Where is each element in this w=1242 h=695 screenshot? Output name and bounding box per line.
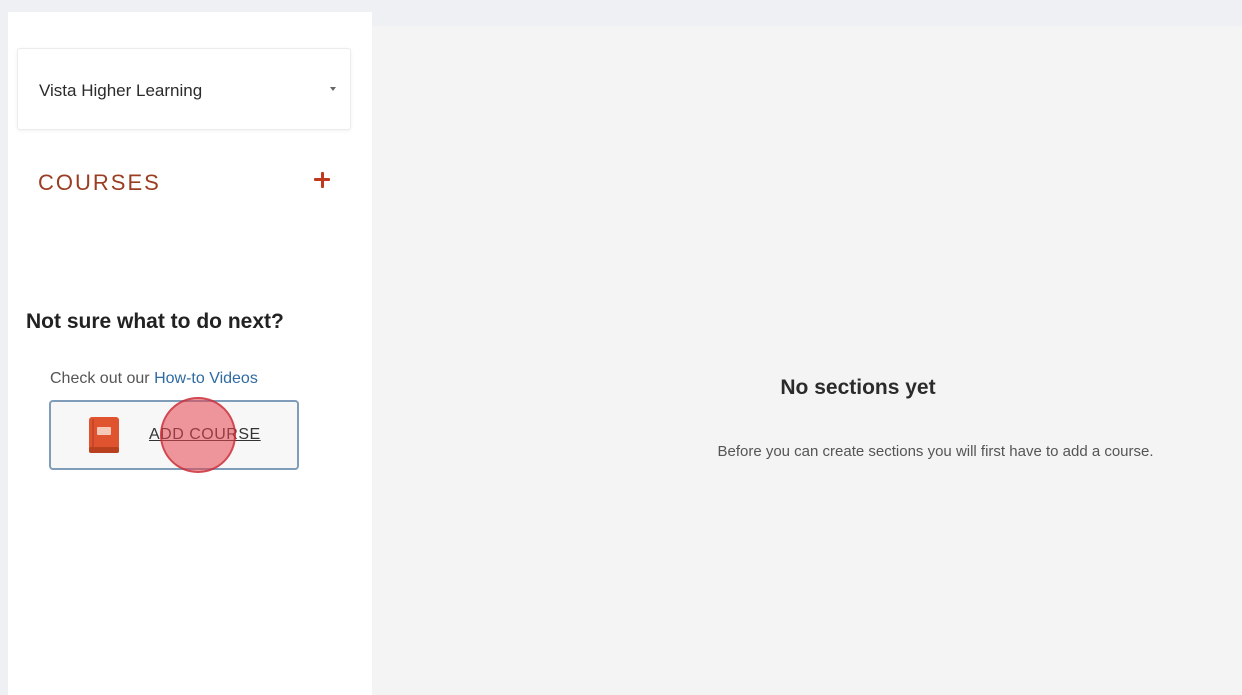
courses-heading: COURSES (38, 170, 161, 195)
empty-state-title: No sections yet (780, 376, 936, 399)
organization-name: Vista Higher Learning (39, 81, 203, 100)
plus-icon[interactable] (308, 165, 336, 193)
add-course-button[interactable]: ADD COURSE (49, 400, 299, 470)
help-heading: Not sure what to do next? (26, 310, 284, 333)
empty-state-description: Before you can create sections you will … (717, 443, 1154, 460)
organization-select[interactable]: Vista Higher Learning (17, 48, 351, 130)
main-panel: No sections yet Before you can create se… (372, 26, 1242, 695)
how-to-videos-link[interactable]: How-to Videos (154, 370, 258, 387)
book-icon (89, 417, 119, 453)
help-prefix: Check out our (50, 370, 155, 387)
help-text: Check out our How-to Videos (50, 370, 258, 388)
add-course-label: ADD COURSE (149, 426, 261, 443)
sidebar: Vista Higher Learning COURSES Not sure w… (8, 12, 372, 695)
chevron-down-icon (330, 87, 336, 91)
